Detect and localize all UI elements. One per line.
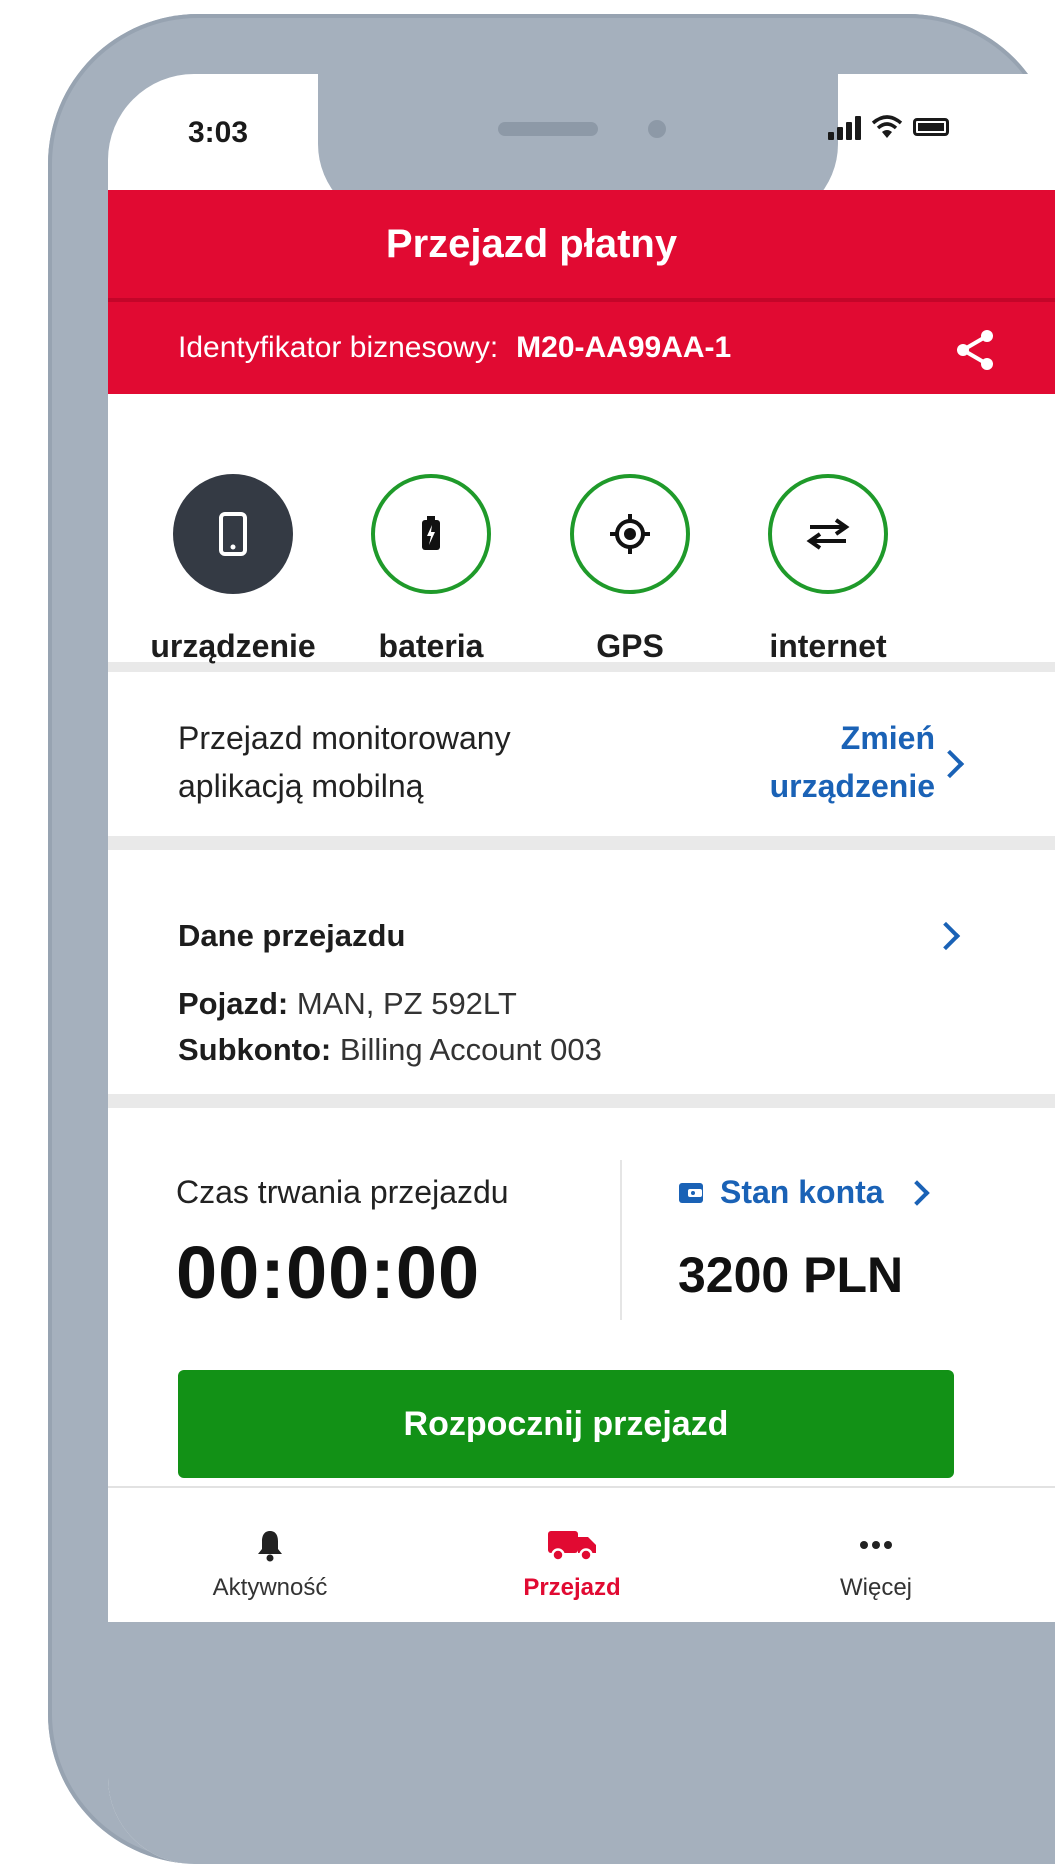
nav-item-more[interactable]: Więcej (776, 1528, 976, 1602)
business-id-bar: Identyfikator biznesowy: M20-AA99AA-1 (108, 298, 1055, 394)
nav-label: Przejazd (523, 1574, 621, 1601)
change-device-line-1: Zmień (840, 720, 935, 756)
indicator-circle (768, 474, 888, 594)
nav-item-trip[interactable]: Przejazd (472, 1528, 672, 1602)
chevron-right-icon (903, 1179, 930, 1206)
chevron-right-icon[interactable] (935, 749, 965, 779)
subaccount-row: Subkonto: Billing Account 003 (178, 1032, 602, 1068)
monitoring-line-1: Przejazd monitorowany (178, 720, 511, 756)
indicator-label: internet (769, 628, 887, 664)
wallet-icon (679, 1182, 703, 1203)
vehicle-value: MAN, PZ 592LT (296, 986, 517, 1021)
business-id-label: Identyfikator biznesowy: (178, 331, 499, 364)
battery-charging-icon (422, 516, 440, 550)
trip-data-card[interactable]: Dane przejazdu Pojazd: MAN, PZ 592LT Sub… (108, 864, 1055, 1108)
indicator-device[interactable]: urządzenie (133, 474, 333, 665)
truck-icon (548, 1531, 596, 1562)
transfer-arrows-icon (806, 518, 850, 550)
account-balance-link[interactable]: Stan konta (678, 1174, 930, 1211)
indicator-circle (570, 474, 690, 594)
nav-label: Aktywność (212, 1574, 328, 1601)
indicator-internet[interactable]: internet (728, 474, 928, 665)
start-trip-button[interactable]: Rozpocznij przejazd (178, 1370, 954, 1478)
account-balance-label: Stan konta (720, 1174, 884, 1210)
subaccount-value: Billing Account 003 (339, 1032, 602, 1067)
app-screen: 3:03 Przejazd płatny Identyfikator bizne… (108, 74, 1055, 1864)
account-balance-value: 3200 PLN (678, 1247, 904, 1303)
status-indicators: urządzenie bateria GPS internet (108, 392, 1055, 672)
nav-label: Więcej (839, 1574, 912, 1601)
nav-item-activity[interactable]: Aktywność (170, 1528, 370, 1602)
bottom-navigation: Aktywność Przejazd Więcej (108, 1492, 1055, 1622)
signal-icon (828, 114, 861, 140)
trip-control-card: Czas trwania przejazdu 00:00:00 Stan kon… (108, 1122, 1055, 1488)
duration-label: Czas trwania przejazdu (176, 1174, 509, 1210)
page-title: Przejazd płatny (108, 190, 1055, 298)
indicator-circle (371, 474, 491, 594)
wifi-icon (871, 115, 903, 138)
indicator-gps[interactable]: GPS (530, 474, 730, 665)
monitoring-line-2: aplikacją mobilną (178, 768, 424, 804)
duration-value: 00:00:00 (176, 1231, 481, 1314)
change-device-link[interactable]: Zmień urządzenie (770, 714, 935, 810)
business-id-value: M20-AA99AA-1 (516, 331, 732, 364)
speaker-grille (498, 122, 598, 136)
indicator-label: urządzenie (150, 628, 316, 664)
indicator-circle (173, 474, 293, 594)
monitoring-card: Przejazd monitorowany aplikacją mobilną … (108, 674, 1055, 850)
trip-data-title: Dane przejazdu (178, 918, 406, 953)
vehicle-label: Pojazd: (178, 986, 289, 1021)
indicator-label: GPS (596, 628, 664, 664)
change-device-line-2: urządzenie (769, 768, 935, 804)
vehicle-row: Pojazd: MAN, PZ 592LT (178, 986, 517, 1022)
share-icon[interactable] (953, 328, 997, 372)
indicator-battery[interactable]: bateria (331, 474, 531, 665)
indicator-label: bateria (378, 628, 484, 664)
vertical-divider (620, 1160, 622, 1320)
subaccount-label: Subkonto: (178, 1032, 332, 1067)
monitoring-text: Przejazd monitorowany aplikacją mobilną (178, 714, 511, 810)
chevron-right-icon[interactable] (931, 921, 961, 951)
phone-bottom-bezel (108, 1622, 1055, 1864)
battery-status-icon (913, 118, 949, 136)
status-time: 3:03 (188, 116, 249, 149)
smartphone-icon (219, 512, 247, 556)
location-target-icon (610, 514, 650, 554)
bell-icon (258, 1531, 282, 1562)
front-camera (648, 120, 666, 138)
status-icons (828, 114, 949, 140)
more-dots-icon (860, 1541, 892, 1549)
